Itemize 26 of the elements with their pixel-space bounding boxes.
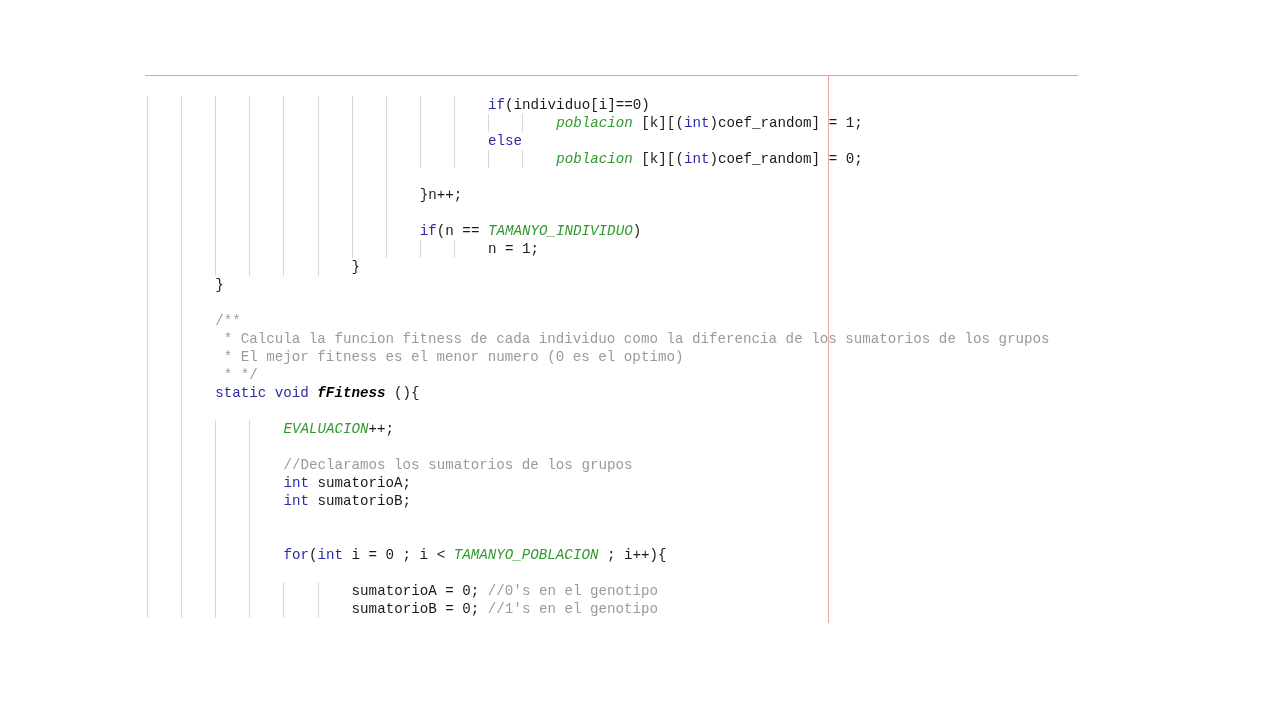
code-line: EVALUACION++; (283, 421, 395, 437)
code-line: }n++; (419, 187, 463, 203)
code-line: * El mejor fitness es el menor numero (0 es el optimo) (222, 349, 684, 365)
code-line: int sumatorioB; (283, 493, 412, 509)
code-line: for(int i = 0 ; i < TAMANYO_POBLACION ; i++){ (283, 547, 667, 563)
indent-guide (453, 240, 455, 258)
code-line: sumatorioB = 0; //1's en el genotipo (351, 601, 659, 617)
code-line: else (488, 133, 523, 149)
code-line: poblacion [k][(int)coef_random] = 0; (556, 151, 863, 167)
code-line: * */ (222, 367, 258, 383)
code-line: sumatorioA = 0; //0's en el genotipo (351, 583, 659, 599)
code-line: } (351, 259, 361, 275)
code-line: poblacion [k][(int)coef_random] = 1; (556, 115, 863, 131)
code-line: /** (215, 313, 241, 329)
code-line: int sumatorioA; (283, 475, 412, 491)
indent-guide (522, 150, 524, 168)
indent-guide (488, 150, 489, 168)
indent-guide (522, 114, 524, 132)
code-line: } (215, 277, 224, 293)
code-line: if(n == TAMANYO_INDIVIDUO) (419, 223, 642, 239)
code-line: if(individuo[i]==0) (488, 97, 650, 113)
code-line: //Declaramos los sumatorios de los grupos (283, 457, 633, 473)
indent-guide (488, 114, 489, 132)
code-line: static void fFitness (){ (215, 385, 420, 401)
indent-guide (419, 240, 421, 258)
code-line: n = 1; (488, 241, 540, 257)
